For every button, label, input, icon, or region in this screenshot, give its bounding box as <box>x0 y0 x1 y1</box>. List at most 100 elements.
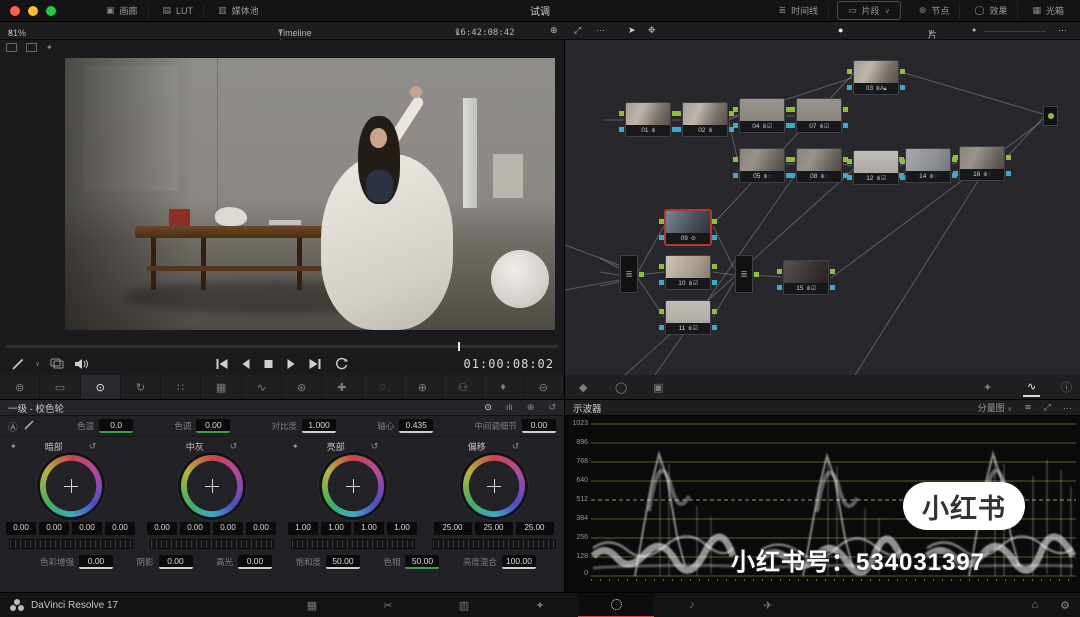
lift-color-wheel[interactable] <box>40 455 102 517</box>
parallel-mixer-node-2[interactable]: ≣ <box>735 255 753 293</box>
viewer-window2-icon[interactable] <box>26 43 37 52</box>
hand-tool-icon[interactable]: ✥ <box>648 25 656 36</box>
color-match-icon[interactable]: ▭ <box>40 375 80 399</box>
play-button[interactable] <box>287 358 296 370</box>
page-cut-button[interactable]: ✂ <box>350 593 426 617</box>
reset-icon[interactable]: ↺ <box>512 441 520 452</box>
gamma-color-wheel[interactable] <box>181 455 243 517</box>
clips-view-button[interactable]: ▭ 片段 ∨ <box>837 1 901 20</box>
keyer-icon[interactable]: ⊝ <box>524 375 564 399</box>
reset-icon[interactable]: ↺ <box>89 441 97 452</box>
gain-b-field[interactable]: 1.00 <box>387 522 417 535</box>
pivot-field[interactable]: 0.435 <box>399 419 433 433</box>
hdr-grade-icon[interactable]: ↻ <box>121 375 161 399</box>
motion-effects-icon[interactable]: ▦ <box>201 375 241 399</box>
keyframe-toggle-icon[interactable]: ✦ <box>983 381 992 394</box>
scope-settings-icon[interactable]: ≋ <box>1024 402 1032 413</box>
color-viewer-icon[interactable]: ⊕ <box>550 25 558 36</box>
node-11[interactable]: 11ılı ☑ <box>665 300 711 335</box>
node-03[interactable]: 03ılı A▴ <box>853 60 899 95</box>
hue-field[interactable]: 50.00 <box>405 555 439 569</box>
gain-y-field[interactable]: 1.00 <box>288 522 318 535</box>
gain-color-wheel[interactable] <box>322 455 384 517</box>
keyframes-panel-icon[interactable]: ◆ <box>579 381 587 394</box>
curves-icon[interactable]: ∿ <box>242 375 282 399</box>
node-14[interactable]: 14ılı ◌ <box>905 148 951 183</box>
highlights-field[interactable]: 0.00 <box>238 555 272 569</box>
scopes-panel-icon[interactable]: ∿ <box>1023 378 1040 397</box>
parallel-mixer-node[interactable]: ≣ <box>620 255 638 293</box>
offset-master-slider[interactable] <box>432 539 556 549</box>
scope-options-icon[interactable]: ··· <box>1063 403 1072 413</box>
close-window-icon[interactable] <box>10 6 20 16</box>
go-to-end-button[interactable] <box>309 358 322 370</box>
temp-field[interactable]: 0.0 <box>99 419 133 433</box>
reset-icon[interactable]: ↺ <box>371 441 379 452</box>
info-panel-icon[interactable]: ⓘ <box>1061 379 1072 395</box>
picker-white-balance-icon[interactable] <box>24 419 36 433</box>
maximize-window-icon[interactable] <box>46 6 56 16</box>
gamma-r-field[interactable]: 0.00 <box>180 522 210 535</box>
log-mode-icon[interactable]: ⊕ <box>527 402 535 413</box>
node-09-selected[interactable]: 09⊘ <box>665 210 711 245</box>
page-edit-button[interactable]: ▥ <box>426 593 502 617</box>
blur-icon[interactable]: ♦ <box>483 375 523 399</box>
wipe-compare-icon[interactable] <box>50 358 64 369</box>
gain-r-field[interactable]: 1.00 <box>321 522 351 535</box>
midtone-detail-field[interactable]: 0.00 <box>522 419 556 433</box>
bars-mode-icon[interactable]: ılı <box>506 402 513 413</box>
node-graph[interactable]: 01ılı 02ılı 03ılı A▴ 04ılı ☑ 07ılı ☑ 05ı… <box>565 40 1080 375</box>
node-05[interactable]: 05ılı ◌ <box>739 148 785 183</box>
wheels-mode-icon[interactable]: ⊙ <box>484 402 492 413</box>
gamma-g-field[interactable]: 0.00 <box>213 522 243 535</box>
node-12[interactable]: 12ılı ☑ <box>853 150 899 185</box>
offset-b-field[interactable]: 25.00 <box>516 522 554 535</box>
page-deliver-button[interactable]: ✈ <box>730 593 806 617</box>
page-fusion-button[interactable]: ✦ <box>502 593 578 617</box>
scope-mode-select[interactable]: 分量图 ∨ <box>978 401 1013 414</box>
camera-raw-icon[interactable]: ⊚ <box>0 375 40 399</box>
color-warper-icon[interactable]: ⊛ <box>282 375 322 399</box>
reset-all-icon[interactable]: ↺ <box>548 402 556 413</box>
viewer-options-icon[interactable]: ··· <box>596 25 605 35</box>
lightbox-button[interactable]: ▦ 光箱 <box>1022 2 1074 19</box>
node-04[interactable]: 04ılı ☑ <box>739 98 785 133</box>
power-window-icon[interactable]: ◌ <box>363 375 403 399</box>
gain-g-field[interactable]: 1.00 <box>354 522 384 535</box>
node-15[interactable]: 15ılı ☑ <box>783 260 829 295</box>
lift-r-field[interactable]: 0.00 <box>39 522 69 535</box>
auto-balance-icon[interactable]: Ⓐ <box>8 419 18 434</box>
cursor-tool-icon[interactable]: ➤ <box>628 25 636 36</box>
offset-g-field[interactable]: 25.00 <box>475 522 513 535</box>
node-07[interactable]: 07ılı ☑ <box>796 98 842 133</box>
project-settings-icon[interactable]: ⚙ <box>1060 599 1070 612</box>
node-02[interactable]: 02ılı <box>682 102 728 137</box>
node-options-icon[interactable]: ··· <box>1058 25 1067 35</box>
loop-button[interactable] <box>335 357 349 370</box>
qualifier-icon[interactable]: ✚ <box>322 375 362 399</box>
tracker-icon[interactable]: ⊕ <box>403 375 443 399</box>
window-controls[interactable] <box>10 6 56 16</box>
shadows-field[interactable]: 0.00 <box>159 555 193 569</box>
project-manager-icon[interactable]: ⌂ <box>1031 599 1038 612</box>
gain-master-slider[interactable] <box>291 539 415 549</box>
lum-mix-field[interactable]: 100.00 <box>502 555 536 569</box>
scope-expand-icon[interactable]: ⤢ <box>1044 402 1051 413</box>
lut-button[interactable]: ▤ LUT <box>153 3 205 18</box>
offset-color-wheel[interactable] <box>463 455 525 517</box>
page-media-button[interactable]: ▦ <box>274 593 350 617</box>
node-16[interactable]: 16ılı ◌ <box>959 146 1005 181</box>
gamma-y-field[interactable]: 0.00 <box>147 522 177 535</box>
contrast-field[interactable]: 1.000 <box>302 419 336 433</box>
chevron-down-icon[interactable]: ∨ <box>35 360 40 368</box>
stereo-panel-icon[interactable]: ▣ <box>653 381 663 394</box>
gamma-b-field[interactable]: 0.00 <box>246 522 276 535</box>
node-01[interactable]: 01ılı <box>625 102 671 137</box>
audio-mute-icon[interactable] <box>74 358 88 370</box>
lift-y-field[interactable]: 0.00 <box>6 522 36 535</box>
lift-master-slider[interactable] <box>9 539 133 549</box>
wand-icon[interactable]: ✦ <box>10 442 17 451</box>
page-fairlight-button[interactable]: ♪ <box>654 593 730 617</box>
lift-b-field[interactable]: 0.00 <box>105 522 135 535</box>
media-pool-button[interactable]: ▥ 媒体池 <box>208 2 269 19</box>
